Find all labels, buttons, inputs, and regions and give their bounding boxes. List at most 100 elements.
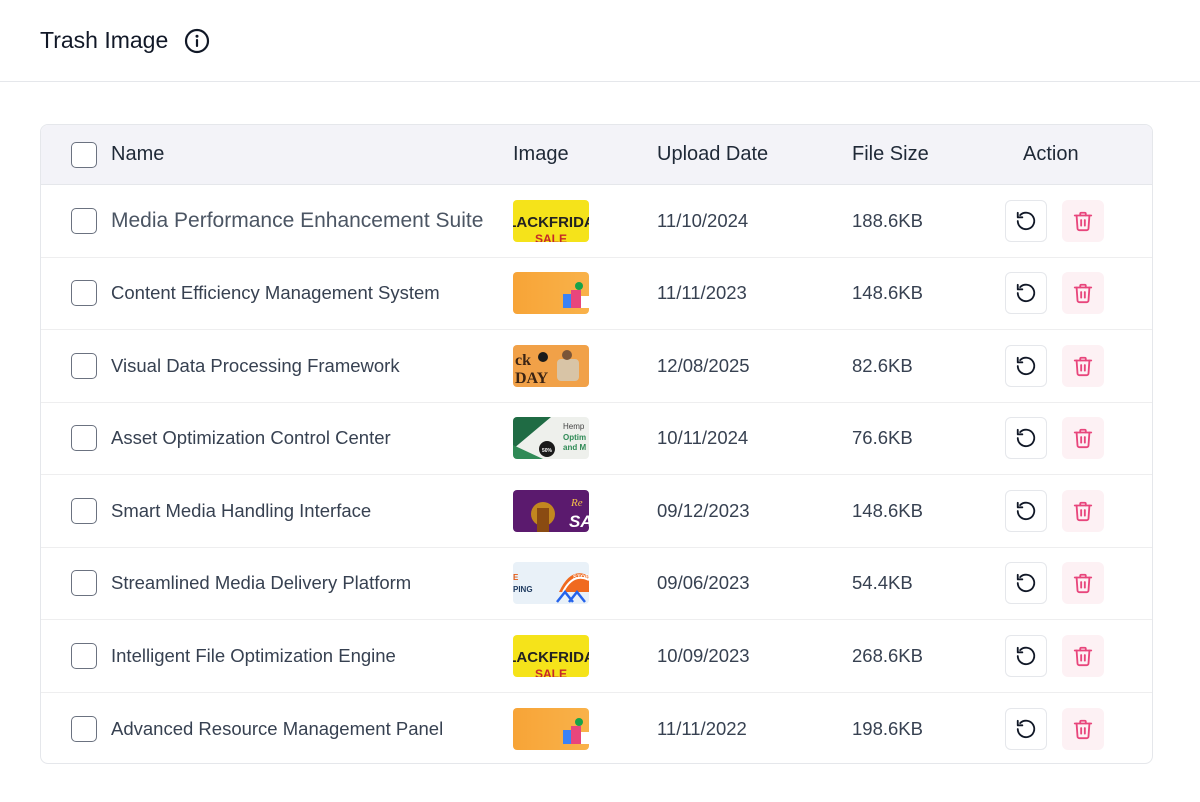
restore-button[interactable] (1005, 634, 1047, 677)
restore-icon (1015, 718, 1037, 740)
row-upload-date: 09/06/2023 (657, 572, 750, 594)
delete-button[interactable] (1062, 417, 1104, 460)
table-row[interactable]: Smart Media Handling Interface Re SA 09/12/… (41, 475, 1152, 548)
restore-button[interactable] (1005, 417, 1047, 460)
svg-text:SA: SA (569, 512, 589, 531)
table-row[interactable]: Visual Data Processing Framework ck DAY 12/… (41, 330, 1152, 403)
row-checkbox[interactable] (71, 642, 97, 669)
table-body: Media Performance Enhancement Suite LACKF… (41, 185, 1152, 764)
restore-icon (1015, 355, 1037, 377)
row-upload-date: 11/10/2024 (657, 209, 749, 231)
restore-button[interactable] (1005, 707, 1047, 750)
svg-text:and M: and M (563, 443, 586, 452)
row-checkbox[interactable] (71, 352, 97, 379)
trash-icon (1072, 500, 1094, 522)
restore-icon (1015, 645, 1037, 667)
row-file-size: 148.6KB (852, 499, 923, 521)
column-header-file-size: File Size (852, 143, 929, 165)
page-header: Trash Image (0, 0, 1200, 82)
row-name: Smart Media Handling Interface (111, 499, 372, 521)
trash-icon (1072, 572, 1094, 594)
table-row[interactable]: Asset Optimization Control Center 50% Hemp… (41, 403, 1152, 475)
row-thumbnail[interactable]: 50% Hemp Optim and M (513, 417, 589, 460)
delete-button[interactable] (1062, 562, 1104, 605)
restore-button[interactable] (1005, 272, 1047, 315)
restore-button[interactable] (1005, 489, 1047, 532)
table-header: Name Image Upload Date File Size Action (41, 125, 1152, 185)
delete-button[interactable] (1062, 489, 1104, 532)
trash-icon (1072, 355, 1094, 377)
row-upload-date: 10/11/2024 (657, 427, 749, 449)
table-row[interactable]: Streamlined Media Delivery Platform E PING… (41, 548, 1152, 620)
page-title: Trash Image (40, 27, 169, 53)
row-checkbox[interactable] (71, 570, 97, 597)
svg-text:SALE: SALE (535, 667, 567, 677)
row-file-size: 268.6KB (852, 644, 923, 666)
column-header-action: Action (1023, 143, 1079, 165)
svg-text:50%: 50% (542, 448, 553, 454)
select-all-checkbox[interactable] (71, 141, 97, 168)
column-header-upload-date: Upload Date (657, 143, 769, 165)
row-thumbnail[interactable]: LACKFRIDASALE (513, 199, 589, 242)
row-name: Streamlined Media Delivery Platform (111, 572, 412, 594)
row-upload-date: 09/12/2023 (657, 499, 750, 521)
trash-icon (1072, 282, 1094, 304)
row-checkbox[interactable] (71, 280, 97, 307)
svg-text:SALE: SALE (535, 232, 567, 242)
row-thumbnail[interactable]: LACKFRIDASALE (513, 634, 589, 677)
row-name: Content Efficiency Management System (111, 282, 440, 304)
trash-icon (1072, 645, 1094, 667)
row-thumbnail[interactable] (513, 707, 589, 750)
trash-table: Name Image Upload Date File Size Action … (40, 124, 1153, 764)
trash-icon (1072, 427, 1094, 449)
svg-text:LACKFRIDA: LACKFRIDA (513, 214, 589, 231)
row-name: Asset Optimization Control Center (111, 427, 391, 449)
restore-icon (1015, 282, 1037, 304)
row-name: Media Performance Enhancement Suite (111, 208, 484, 232)
table-row[interactable]: Content Efficiency Management System 11/1… (41, 258, 1152, 330)
table-row[interactable]: Intelligent File Optimization Engine LACK… (41, 620, 1152, 693)
delete-button[interactable] (1062, 199, 1104, 242)
row-file-size: 54.4KB (852, 572, 913, 594)
restore-button[interactable] (1005, 344, 1047, 387)
row-thumbnail[interactable] (513, 272, 589, 315)
column-header-name: Name (111, 143, 165, 165)
svg-text:DAY: DAY (515, 370, 549, 387)
svg-text:Optim: Optim (563, 433, 586, 442)
row-upload-date: 12/08/2025 (657, 354, 750, 376)
info-icon[interactable] (184, 28, 210, 54)
delete-button[interactable] (1062, 344, 1104, 387)
restore-icon (1015, 572, 1037, 594)
row-upload-date: 11/11/2023 (657, 282, 747, 304)
row-file-size: 82.6KB (852, 354, 913, 376)
delete-button[interactable] (1062, 707, 1104, 750)
svg-text:Re: Re (570, 497, 583, 509)
restore-button[interactable] (1005, 199, 1047, 242)
svg-text:ck: ck (515, 352, 531, 369)
row-thumbnail[interactable]: ck DAY (513, 344, 589, 387)
svg-text:PING: PING (513, 585, 533, 594)
row-checkbox[interactable] (71, 715, 97, 742)
table-row[interactable]: Media Performance Enhancement Suite LACKF… (41, 185, 1152, 258)
restore-button[interactable] (1005, 562, 1047, 605)
table-row[interactable]: Advanced Resource Management Panel 11/11/… (41, 693, 1152, 764)
delete-button[interactable] (1062, 272, 1104, 315)
row-checkbox[interactable] (71, 425, 97, 452)
column-header-image: Image (513, 143, 569, 165)
row-name: Advanced Resource Management Panel (111, 717, 444, 739)
row-file-size: 198.6KB (852, 717, 923, 739)
row-name: Visual Data Processing Framework (111, 354, 400, 376)
row-file-size: 188.6KB (852, 209, 923, 231)
row-name: Intelligent File Optimization Engine (111, 644, 396, 666)
restore-icon (1015, 500, 1037, 522)
row-checkbox[interactable] (71, 497, 97, 524)
svg-text:STORE: STORE (573, 575, 589, 581)
trash-icon (1072, 718, 1094, 740)
row-thumbnail[interactable]: Re SA (513, 489, 589, 532)
row-upload-date: 10/09/2023 (657, 644, 750, 666)
delete-button[interactable] (1062, 634, 1104, 677)
svg-text:Hemp: Hemp (563, 422, 585, 431)
row-thumbnail[interactable]: E PING STORE (513, 562, 589, 605)
row-checkbox[interactable] (71, 207, 97, 234)
row-upload-date: 11/11/2022 (657, 717, 747, 739)
